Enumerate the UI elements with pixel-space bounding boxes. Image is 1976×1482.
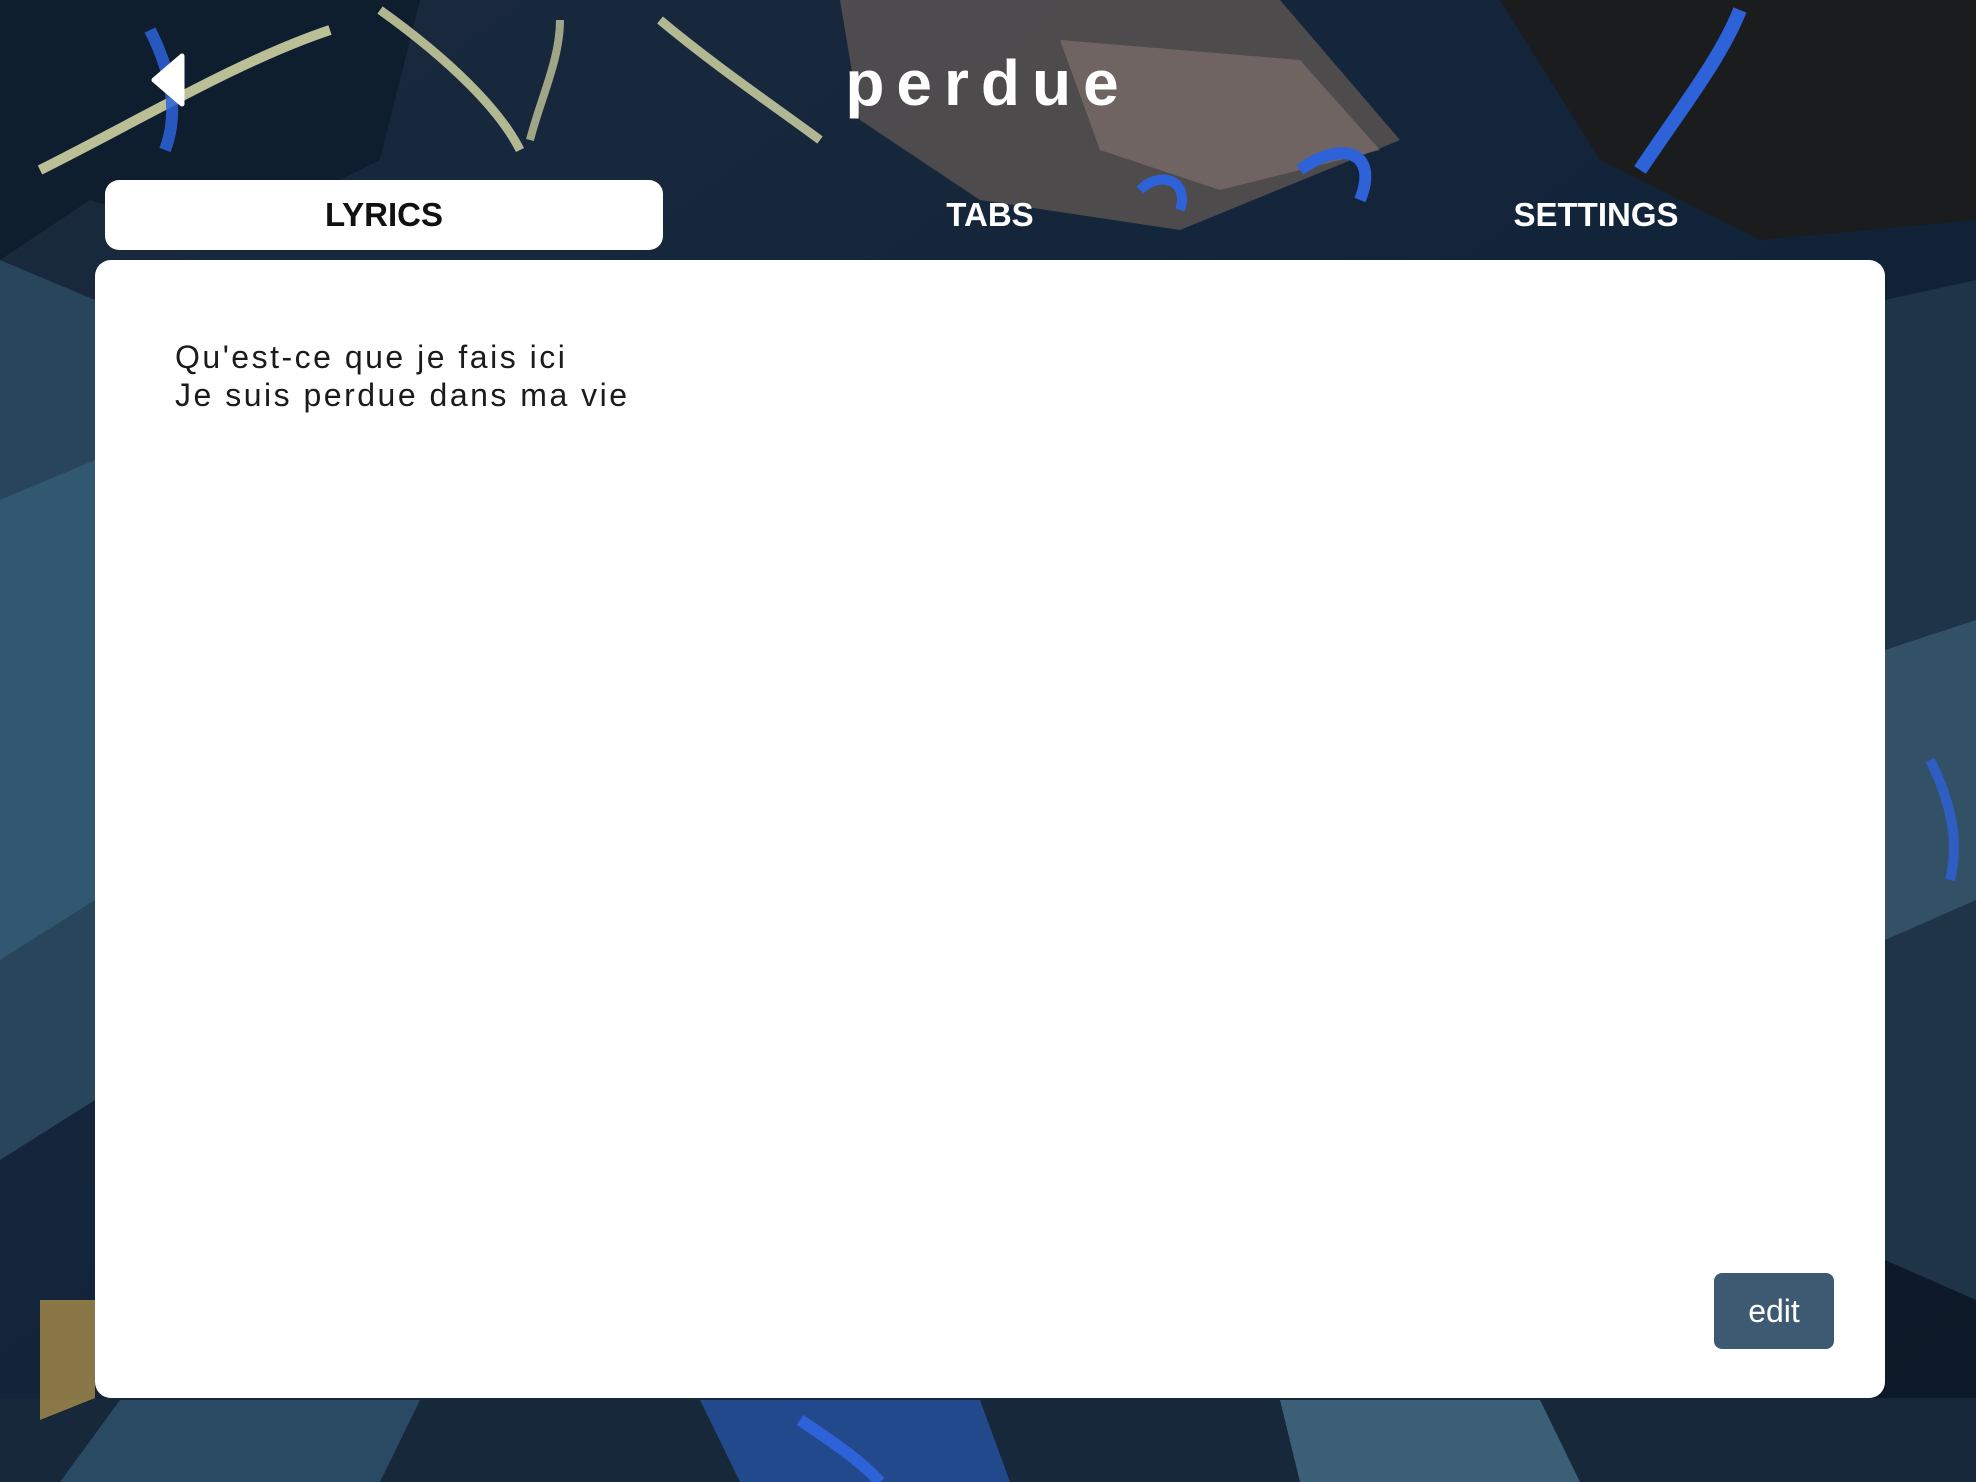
header: perdue (0, 0, 1976, 170)
tab-bar: LYRICS TABS SETTINGS (105, 180, 1872, 250)
page-title: perdue (845, 47, 1131, 119)
edit-button[interactable]: edit (1714, 1273, 1834, 1349)
tab-tabs[interactable]: TABS (711, 180, 1269, 250)
lyrics-panel: Qu'est-ce que je fais ici Je suis perdue… (95, 260, 1885, 1398)
lyrics-text: Qu'est-ce que je fais ici Je suis perdue… (175, 338, 1775, 414)
tab-lyrics[interactable]: LYRICS (105, 180, 663, 250)
lyric-line: Qu'est-ce que je fais ici (175, 339, 568, 375)
tab-settings[interactable]: SETTINGS (1317, 180, 1875, 250)
lyric-line: Je suis perdue dans ma vie (175, 377, 630, 413)
